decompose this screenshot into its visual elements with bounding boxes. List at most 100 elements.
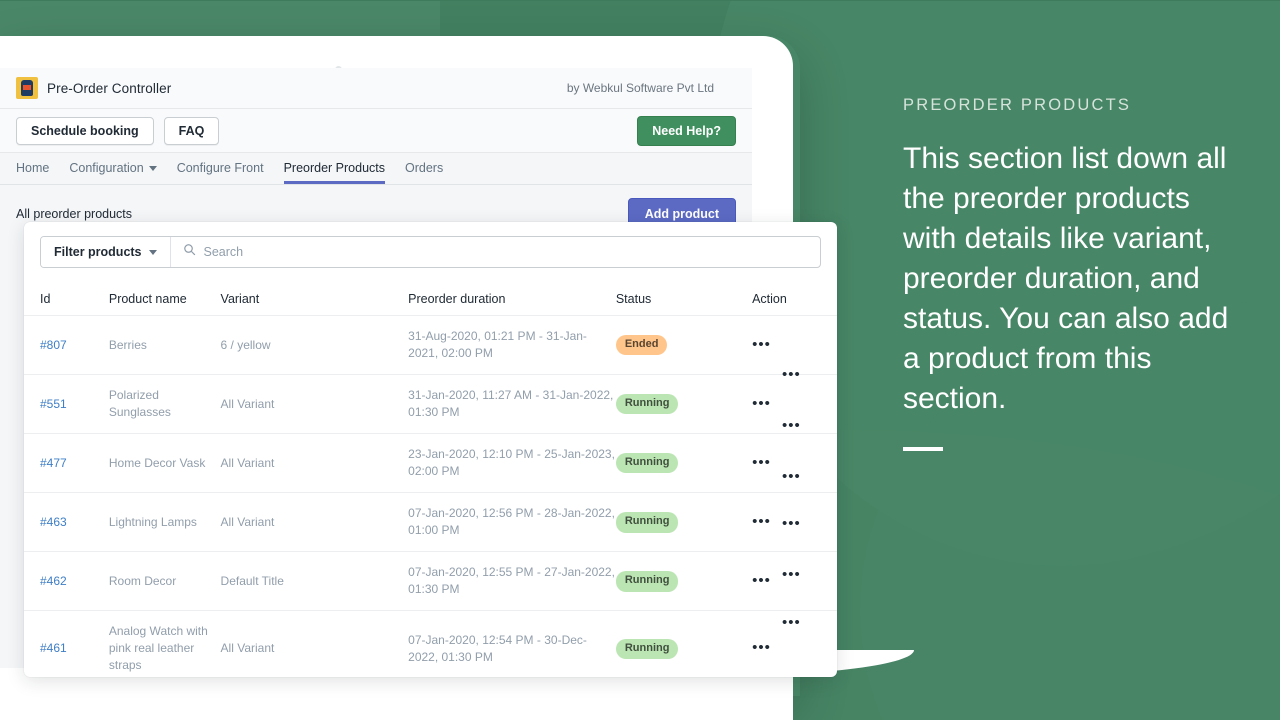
cell-id: #463 — [24, 492, 109, 552]
promo-panel: PREORDER PRODUCTS This section list down… — [903, 96, 1233, 451]
nav-item-orders[interactable]: Orders — [405, 161, 443, 184]
nav-item-label: Preorder Products — [283, 161, 385, 175]
cell-product-name: Polarized Sunglasses — [108, 374, 221, 434]
nav-item-label: Home — [16, 161, 50, 175]
cell-duration: 31-Aug-2020, 01:21 PM - 31-Jan-2021, 02:… — [408, 314, 616, 375]
table-row[interactable]: #461 Analog Watch with pink real leather … — [24, 610, 837, 677]
product-id-link[interactable]: #461 — [40, 641, 67, 655]
column-header-name: Product name — [108, 292, 187, 306]
product-id-link[interactable]: #807 — [40, 338, 67, 352]
cell-status: Running — [615, 610, 753, 677]
cell-duration: 07-Jan-2020, 12:54 PM - 30-Dec-2022, 01:… — [408, 610, 616, 677]
nav-item-label: Configure Front — [176, 161, 264, 175]
page-title: All preorder products — [16, 207, 133, 221]
cell-product-name: Room Decor — [108, 551, 221, 611]
need-help-button[interactable]: Need Help? — [637, 115, 736, 146]
products-table-body: #807 Berries 6 / yellow 31-Aug-2020, 01:21 … — [24, 314, 837, 677]
cell-product-name: Lightning Lamps — [108, 492, 221, 552]
nav-item-configuration[interactable]: Configuration — [69, 161, 157, 184]
background-top-strip — [0, 0, 1280, 1]
row-actions-icon[interactable]: ••• — [782, 367, 801, 382]
column-header-status: Status — [615, 292, 652, 306]
column-header-variant: Variant — [220, 292, 260, 306]
app-title: Pre-Order Controller — [47, 80, 172, 96]
filter-row: Filter products — [24, 222, 837, 268]
cell-variant: All Variant — [220, 374, 409, 434]
column-header-action: Action — [752, 292, 787, 306]
chevron-down-icon — [148, 249, 157, 255]
status-badge: Running — [615, 452, 679, 474]
table-row[interactable]: #463 Lightning Lamps All Variant 07-Jan-202… — [24, 492, 837, 552]
cell-id: #461 — [24, 610, 109, 677]
chevron-down-icon — [148, 165, 157, 171]
product-id-link[interactable]: #551 — [40, 397, 67, 411]
cell-id: #477 — [24, 433, 109, 493]
table-row[interactable]: #477 Home Decor Vask All Variant 23-Jan-202… — [24, 433, 837, 493]
app-brand: Pre-Order Controller — [0, 77, 171, 99]
nav-item-preorder-products[interactable]: Preorder Products — [283, 161, 385, 184]
cell-id: #462 — [24, 551, 109, 611]
nav-item-configure-front[interactable]: Configure Front — [177, 161, 264, 184]
screenshot-root: Pre-Order Controller by Webkul Software … — [0, 0, 1280, 720]
promo-eyebrow: PREORDER PRODUCTS — [903, 96, 1132, 114]
search-input[interactable] — [203, 245, 808, 259]
row-actions-icon[interactable]: ••• — [752, 639, 771, 656]
filter-products-label: Filter products — [54, 245, 142, 259]
row-actions-icon[interactable]: ••• — [752, 454, 771, 471]
row-actions-icon[interactable]: ••• — [752, 395, 771, 412]
cell-id: #807 — [24, 314, 109, 375]
filter-search-group: Filter products — [40, 236, 821, 268]
product-id-link[interactable]: #463 — [40, 515, 67, 529]
nav-item-home[interactable]: Home — [16, 161, 49, 184]
products-table-head: Id Product name Variant Preorder duratio… — [24, 284, 837, 316]
faq-button[interactable]: FAQ — [163, 116, 220, 145]
schedule-booking-button[interactable]: Schedule booking — [16, 116, 154, 145]
product-id-link[interactable]: #462 — [40, 574, 67, 588]
row-actions-icon[interactable]: ••• — [782, 418, 801, 433]
search-icon — [183, 243, 196, 261]
cell-variant: Default Title — [220, 551, 409, 611]
status-badge: Ended — [615, 334, 668, 356]
nav-item-label: Configuration — [69, 161, 144, 175]
row-actions-icon[interactable]: ••• — [752, 336, 771, 353]
table-header-row: Id Product name Variant Preorder duratio… — [24, 284, 837, 316]
cell-status: Running — [615, 374, 753, 434]
cell-duration: 23-Jan-2020, 12:10 PM - 25-Jan-2023, 02:… — [408, 433, 616, 493]
column-header-duration: Preorder duration — [408, 292, 506, 306]
filter-products-button[interactable]: Filter products — [41, 237, 171, 267]
app-actionbar: Schedule booking FAQ Need Help? — [0, 109, 752, 153]
row-actions-icon[interactable]: ••• — [782, 469, 801, 484]
cell-duration: 07-Jan-2020, 12:56 PM - 28-Jan-2022, 01:… — [408, 492, 616, 552]
status-badge: Running — [615, 393, 679, 415]
table-row[interactable]: #462 Room Decor Default Title 07-Jan-2020, … — [24, 551, 837, 611]
cell-product-name: Berries — [108, 314, 221, 375]
products-table: Id Product name Variant Preorder duratio… — [24, 284, 837, 677]
row-actions-icon[interactable]: ••• — [782, 516, 801, 531]
table-row[interactable]: #551 Polarized Sunglasses All Variant 31-Ja… — [24, 374, 837, 434]
promo-body: This section list down all the preorder … — [903, 142, 1229, 415]
column-header-id: Id — [40, 292, 51, 306]
row-actions-icon[interactable]: ••• — [752, 572, 771, 589]
row-actions-icon[interactable]: ••• — [782, 567, 801, 582]
cell-id: #551 — [24, 374, 109, 434]
row-actions-icon[interactable]: ••• — [752, 513, 771, 530]
row-actions-icon[interactable]: ••• — [782, 615, 801, 630]
search-box[interactable] — [171, 237, 820, 267]
vendor-byline: by Webkul Software Pvt Ltd — [566, 81, 714, 95]
cell-variant: All Variant — [220, 433, 409, 493]
status-badge: Running — [615, 511, 679, 533]
status-badge: Running — [615, 570, 679, 592]
cell-status: Running — [615, 492, 753, 552]
cell-status: Running — [615, 433, 753, 493]
cell-variant: 6 / yellow — [220, 314, 409, 375]
promo-rule — [903, 447, 943, 451]
nav-item-label: Orders — [405, 161, 444, 175]
app-topbar: Pre-Order Controller by Webkul Software … — [0, 68, 752, 109]
cell-duration: 07-Jan-2020, 12:55 PM - 27-Jan-2022, 01:… — [408, 551, 616, 611]
product-id-link[interactable]: #477 — [40, 456, 67, 470]
table-row[interactable]: #807 Berries 6 / yellow 31-Aug-2020, 01:21 … — [24, 314, 837, 375]
cell-variant: All Variant — [220, 492, 409, 552]
app-logo-icon — [16, 77, 38, 99]
cell-duration: 31-Jan-2020, 11:27 AM - 31-Jan-2022, 01:… — [408, 374, 616, 434]
primary-nav: Home Configuration Configure Front Preor… — [0, 153, 752, 185]
